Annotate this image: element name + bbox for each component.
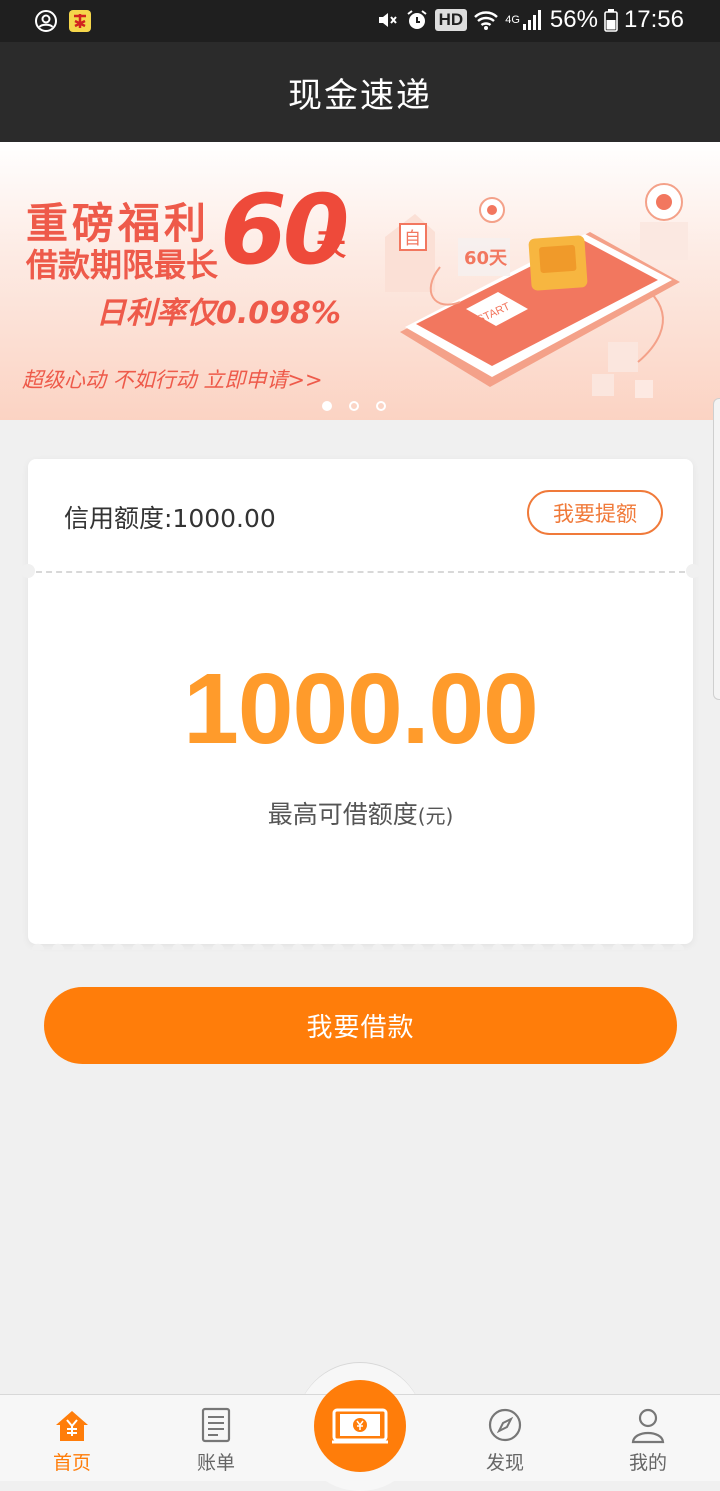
network-type: 4G <box>505 14 520 26</box>
account-circle-icon <box>35 10 57 32</box>
max-amount-label: 最高可借额度(元) <box>28 795 693 831</box>
tab-label: 我的 <box>628 1452 667 1474</box>
tab-profile[interactable]: 我的 <box>598 1405 698 1475</box>
signal-icon <box>522 10 541 30</box>
credit-card: 信用额度:1000.00 我要提额 1000.00 最高可借额度(元) <box>21 459 700 950</box>
wifi-icon <box>474 11 499 30</box>
battery-icon <box>604 9 618 32</box>
banner-pager <box>322 401 386 411</box>
bill-icon <box>201 1407 231 1443</box>
status-bar: HD 4G 56% 17:56 <box>0 0 720 42</box>
credit-limit-label: 信用额度:1000.00 <box>64 504 276 533</box>
tab-discover[interactable]: 发现 <box>455 1405 555 1475</box>
promo-banner[interactable]: 重磅福利 借款期限最长 60 天 日利率仅0.098% 超级心动 不如行动 立即… <box>0 142 720 420</box>
banner-cta: 超级心动 不如行动 立即申请>> <box>22 368 323 392</box>
side-scroll-handle[interactable] <box>713 398 720 700</box>
pager-dot[interactable] <box>376 401 386 411</box>
raise-limit-button[interactable]: 我要提额 <box>527 490 663 535</box>
max-amount: 1000.00 <box>183 653 538 765</box>
card-divider <box>36 571 685 573</box>
banner-phone-illustration: START 自 60天 <box>385 183 688 398</box>
banner-rate-line: 日利率仅0.098% <box>96 296 341 331</box>
phone-days-badge: 60天 <box>464 248 508 269</box>
battery-percent: 56% <box>549 6 598 33</box>
house-char: 自 <box>404 229 421 249</box>
tab-label: 账单 <box>196 1452 235 1474</box>
page-title: 现金速递 <box>288 75 432 116</box>
home-yen-icon <box>56 1411 88 1441</box>
tab-label: 首页 <box>52 1452 91 1474</box>
alarm-icon <box>407 10 427 29</box>
cash-money-icon <box>332 1408 388 1444</box>
amount-label-text: 最高可借额度 <box>267 800 418 829</box>
amount-unit: (元) <box>417 804 454 828</box>
compass-icon <box>488 1408 522 1442</box>
pager-dot[interactable] <box>349 401 359 411</box>
pager-dot[interactable] <box>322 401 332 411</box>
banner-term-line: 借款期限最长 <box>26 246 219 284</box>
profile-icon <box>631 1408 665 1444</box>
card-notch-left <box>21 564 35 578</box>
app-bar: 现金速递 <box>0 42 720 142</box>
mute-icon <box>378 13 397 27</box>
tab-label: 发现 <box>485 1452 524 1474</box>
card-notch-right <box>686 564 700 578</box>
hd-badge: HD <box>434 9 468 31</box>
borrow-button[interactable]: 我要借款 <box>44 987 677 1064</box>
clock-time: 17:56 <box>623 6 684 33</box>
app-notification-icon <box>69 10 91 32</box>
center-cash-button[interactable] <box>314 1380 406 1472</box>
tab-home[interactable]: 首页 <box>22 1405 122 1475</box>
banner-days-unit: 天 <box>316 228 346 263</box>
tab-bills[interactable]: 账单 <box>166 1405 266 1475</box>
card-scallop-edge <box>28 938 693 950</box>
